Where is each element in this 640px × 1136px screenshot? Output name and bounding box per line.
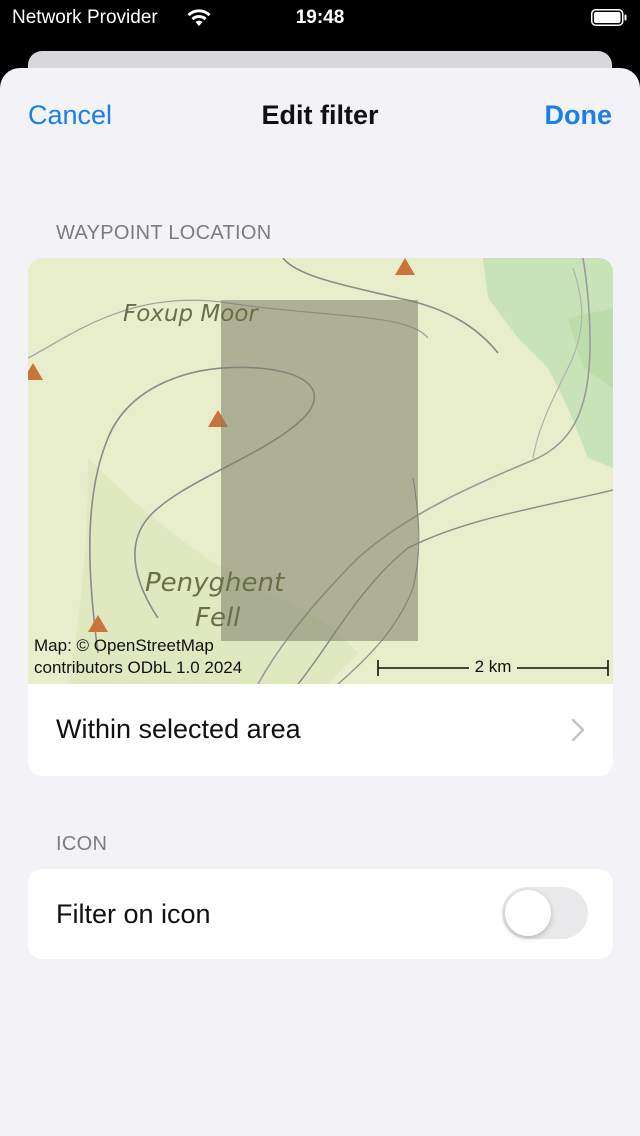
map-label: Fell xyxy=(195,603,241,633)
row-label: Within selected area xyxy=(56,714,301,744)
status-time: 19:48 xyxy=(295,7,345,28)
peak-marker xyxy=(28,363,43,380)
toggle-knob xyxy=(505,890,551,936)
edit-filter-sheet: Cancel Edit filter Done WAYPOINT LOCATIO… xyxy=(0,68,640,1136)
map-graphics xyxy=(28,258,613,684)
filter-on-icon-row: Filter on icon xyxy=(28,869,613,959)
section-header-waypoint-location: WAYPOINT LOCATION xyxy=(56,222,272,244)
battery-icon xyxy=(591,9,627,26)
map-attribution-line: contributors ODbL 1.0 2024 xyxy=(34,658,243,677)
within-selected-area-row[interactable]: Within selected area xyxy=(28,684,613,776)
peak-marker xyxy=(395,258,415,275)
waypoint-location-group: Foxup Moor Penyghent Fell Map: © OpenStr… xyxy=(28,258,613,776)
row-label: Filter on icon xyxy=(56,899,211,929)
map-attribution-line: Map: © OpenStreetMap xyxy=(34,636,214,655)
scale-label: 2 km xyxy=(468,657,518,676)
filter-on-icon-toggle[interactable] xyxy=(502,887,588,939)
status-bar: Network Provider 19:48 xyxy=(0,0,640,36)
section-header-icon: ICON xyxy=(56,833,108,855)
map-scale-bar: 2 km xyxy=(376,656,610,678)
map-attribution: Map: © OpenStreetMap contributors ODbL 1… xyxy=(34,635,242,679)
map-label: Penyghent xyxy=(145,568,285,598)
map-view[interactable]: Foxup Moor Penyghent Fell Map: © OpenStr… xyxy=(28,258,613,684)
chevron-right-icon xyxy=(571,718,585,742)
done-button[interactable]: Done xyxy=(545,100,613,131)
map-label: Foxup Moor xyxy=(123,301,258,327)
